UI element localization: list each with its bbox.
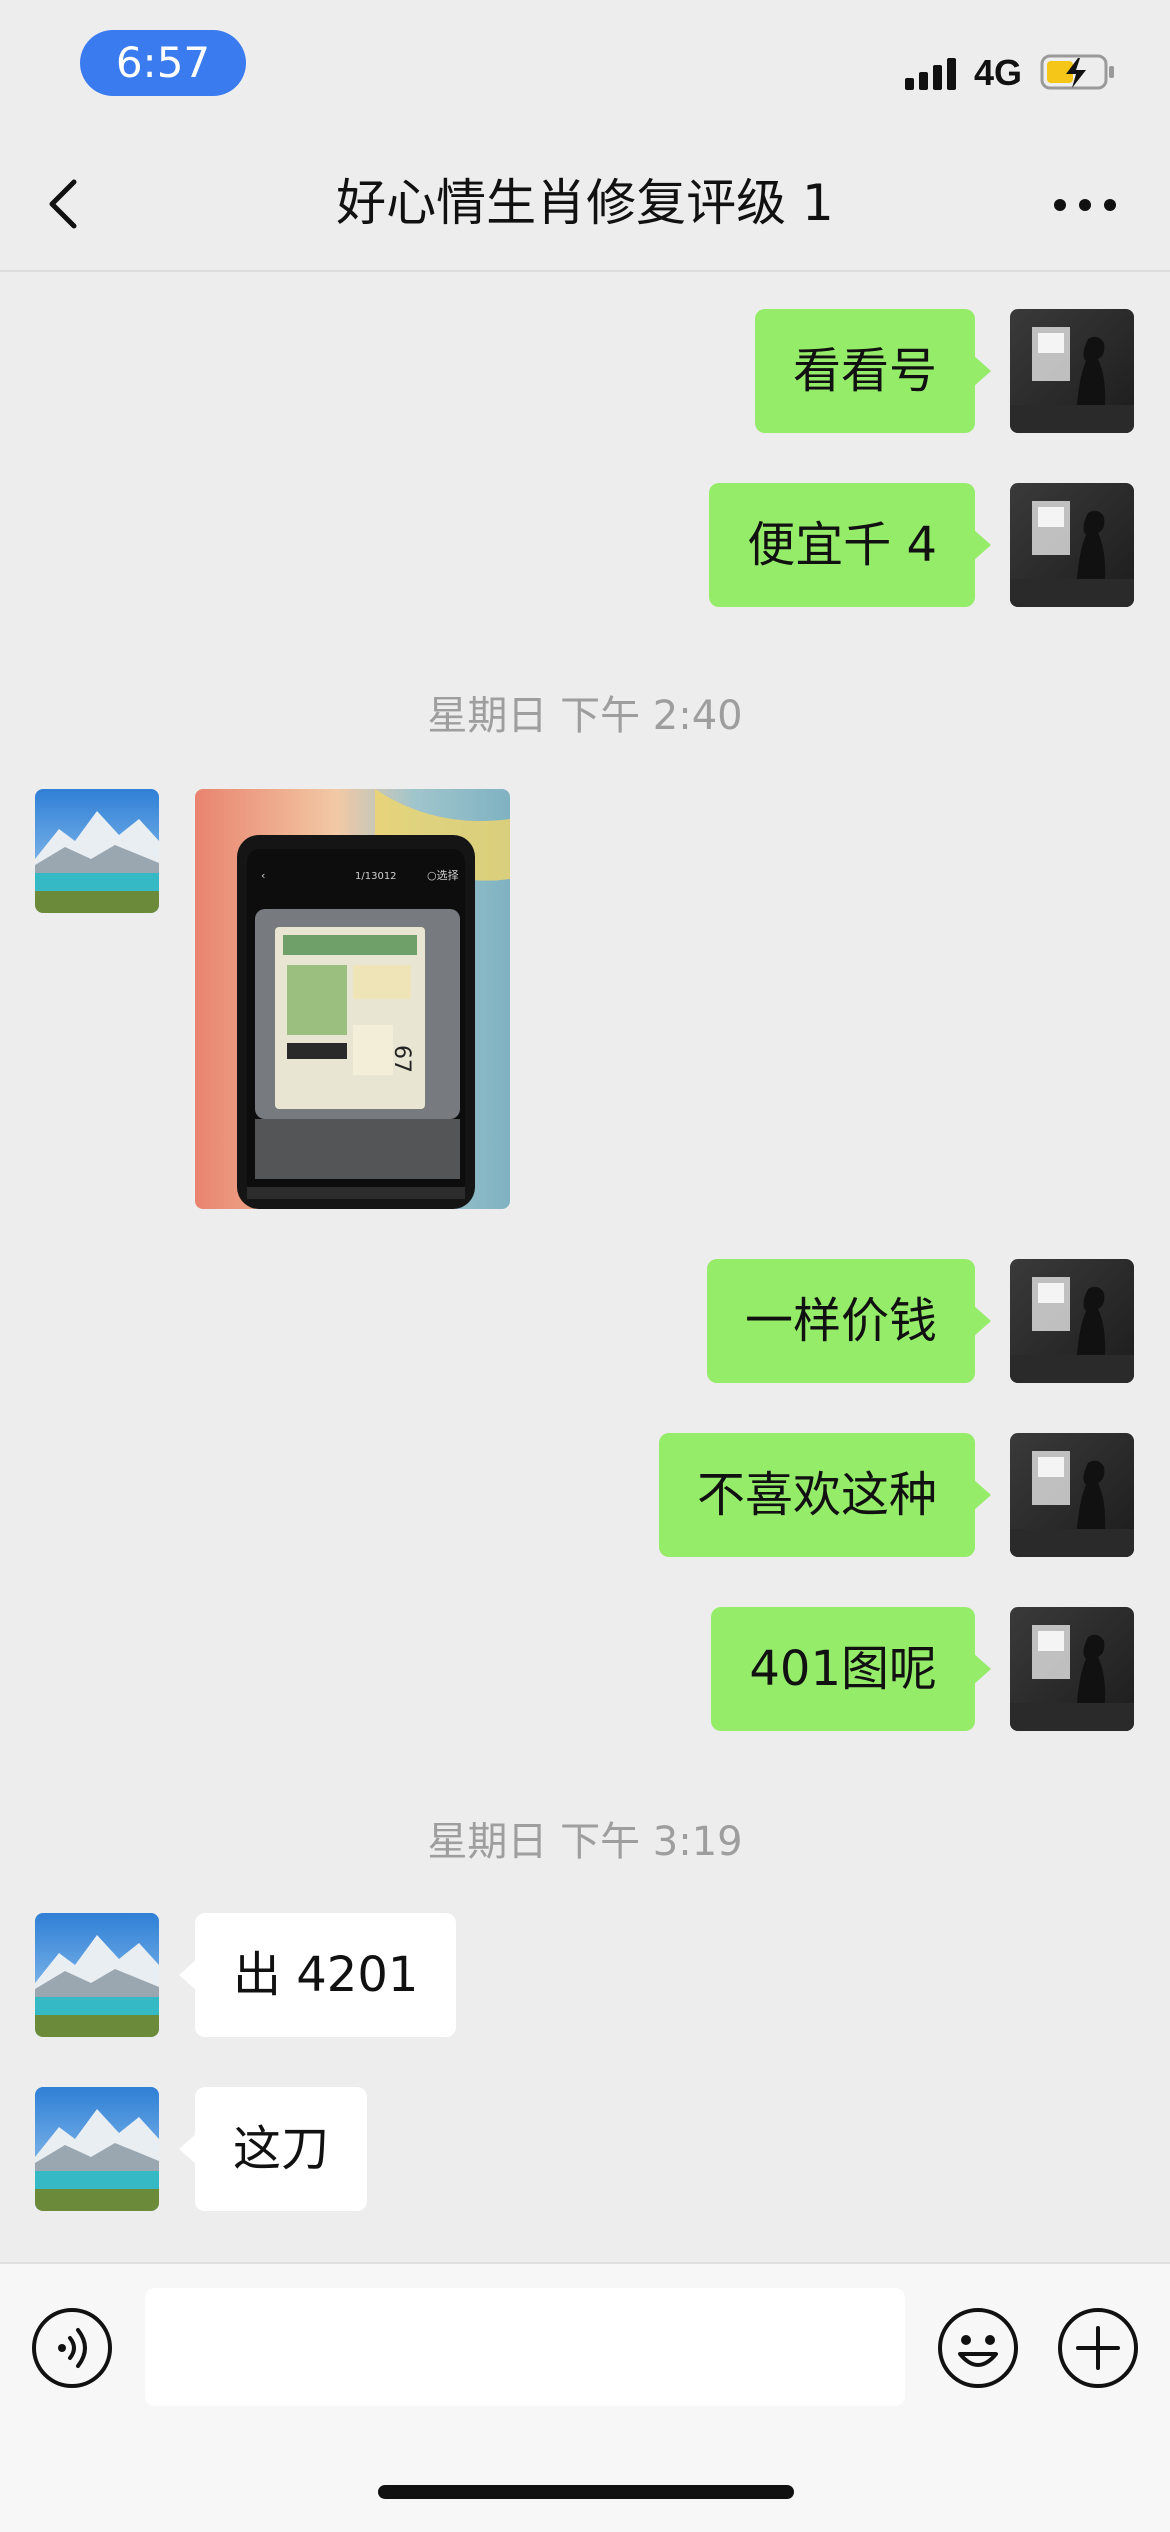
nav-bar: 好心情生肖修复评级 1 <box>0 130 1170 272</box>
message-timestamp: 星期日 下午 2:40 <box>427 693 743 739</box>
my-avatar[interactable] <box>1010 1433 1134 1557</box>
my-avatar[interactable] <box>1010 1607 1134 1731</box>
sent-message-bubble[interactable]: 不喜欢这种 <box>658 1433 992 1557</box>
svg-text:1/13012: 1/13012 <box>355 871 397 882</box>
svg-text:○选择: ○选择 <box>427 868 459 882</box>
received-message-bubble[interactable]: 出 4201 <box>178 1913 457 2037</box>
sent-message-bubble[interactable]: 一样价钱 <box>706 1259 992 1383</box>
sent-message-bubble[interactable]: 401图呢 <box>711 1607 991 1731</box>
contact-avatar[interactable] <box>35 789 159 913</box>
sent-message-bubble[interactable]: 便宜千 4 <box>709 483 991 607</box>
home-indicator[interactable] <box>378 2485 794 2499</box>
svg-text:‹: ‹ <box>261 869 265 882</box>
message-timestamp: 星期日 下午 3:19 <box>427 1819 743 1865</box>
svg-text:67: 67 <box>389 1045 414 1073</box>
status-bar: 6:57 4G <box>0 0 1170 130</box>
received-photo-message[interactable]: ‹ 1/13012 ○选择 67 <box>195 789 510 1209</box>
signal-icon <box>905 58 956 90</box>
battery-charging-icon <box>1040 54 1114 90</box>
chat-screen: 6:57 4G 好心情生肖修复评级 1 看看号 便宜千 4 星期日 下午 2:4… <box>0 0 1170 2532</box>
contact-avatar[interactable] <box>35 2087 159 2211</box>
my-avatar[interactable] <box>1010 309 1134 433</box>
my-avatar[interactable] <box>1010 1259 1134 1383</box>
received-message-bubble[interactable]: 这刀 <box>178 2087 368 2211</box>
emoji-icon[interactable] <box>936 2306 1020 2390</box>
contact-avatar[interactable] <box>35 1913 159 2037</box>
plus-icon[interactable] <box>1056 2306 1140 2390</box>
my-avatar[interactable] <box>1010 483 1134 607</box>
status-time[interactable]: 6:57 <box>80 30 246 96</box>
network-type: 4G <box>974 52 1023 93</box>
more-dots-icon[interactable] <box>1050 190 1120 220</box>
message-input[interactable] <box>145 2288 905 2406</box>
chevron-left-icon[interactable] <box>40 174 90 234</box>
voice-icon[interactable] <box>30 2306 114 2390</box>
chat-title: 好心情生肖修复评级 1 <box>336 174 834 232</box>
sent-message-bubble[interactable]: 看看号 <box>754 309 992 433</box>
